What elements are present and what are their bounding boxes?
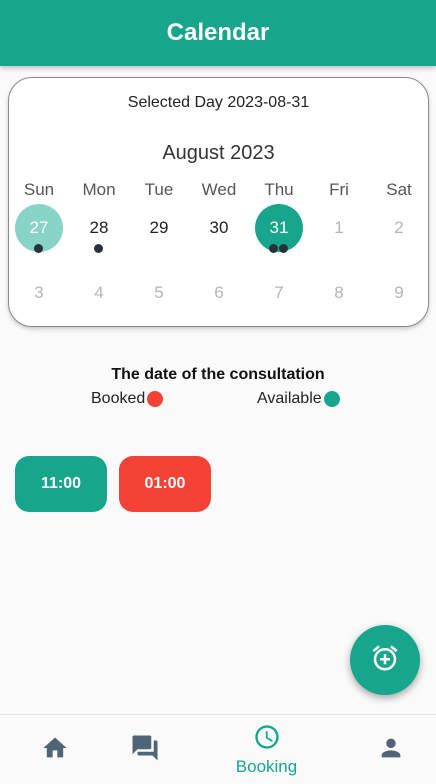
weekday-sat: Sat bbox=[386, 180, 412, 199]
month-title[interactable]: August 2023 bbox=[9, 142, 428, 165]
bottom-nav: Booking bbox=[0, 714, 436, 784]
weekday-wed: Wed bbox=[201, 180, 237, 199]
weekday-thu: Thu bbox=[264, 180, 294, 199]
person-icon bbox=[377, 734, 405, 767]
nav-profile[interactable] bbox=[336, 715, 436, 784]
calendar-day-next-7[interactable]: 7 bbox=[255, 269, 303, 317]
event-marker bbox=[279, 244, 288, 253]
calendar-day-next-4[interactable]: 4 bbox=[75, 269, 123, 317]
nav-booking-label: Booking bbox=[235, 757, 298, 776]
calendar-day-next-3[interactable]: 3 bbox=[15, 269, 63, 317]
legend-available: Available bbox=[257, 390, 340, 408]
time-slot-booked[interactable]: 01:00 bbox=[119, 456, 211, 512]
consultation-title: The date of the consultation bbox=[111, 366, 325, 383]
calendar-day-next-5[interactable]: 5 bbox=[135, 269, 183, 317]
event-marker bbox=[34, 244, 43, 253]
event-marker bbox=[269, 244, 278, 253]
calendar-day-next-1[interactable]: 1 bbox=[315, 204, 363, 252]
calendar-day-next-2[interactable]: 2 bbox=[375, 204, 423, 252]
calendar-day-30[interactable]: 30 bbox=[195, 204, 243, 252]
calendar-card: Selected Day 2023-08-31 August 2023 Sun … bbox=[8, 77, 429, 327]
event-marker bbox=[94, 244, 103, 253]
weekday-sun: Sun bbox=[23, 180, 55, 199]
selected-day-text: Selected Day 2023-08-31 bbox=[127, 94, 310, 111]
time-slot-available[interactable]: 11:00 bbox=[15, 456, 107, 512]
weekday-tue: Tue bbox=[144, 180, 174, 199]
add-alarm-button[interactable] bbox=[350, 625, 420, 695]
clock-icon bbox=[253, 723, 281, 756]
page-title: Calendar bbox=[166, 19, 270, 46]
nav-chat[interactable] bbox=[90, 715, 199, 784]
weekday-mon: Mon bbox=[82, 180, 116, 199]
nav-booking[interactable]: Booking bbox=[212, 715, 321, 784]
calendar-day-next-8[interactable]: 8 bbox=[315, 269, 363, 317]
chat-icon bbox=[130, 733, 160, 768]
legend-booked: Booked bbox=[91, 390, 164, 408]
weekday-fri: Fri bbox=[329, 180, 349, 199]
add-alarm-icon bbox=[370, 643, 400, 678]
legend-booked-label: Booked bbox=[91, 390, 146, 407]
available-swatch bbox=[323, 391, 340, 407]
calendar-day-next-6[interactable]: 6 bbox=[195, 269, 243, 317]
calendar-day-next-9[interactable]: 9 bbox=[375, 269, 423, 317]
booked-swatch bbox=[147, 391, 164, 407]
calendar-day-29[interactable]: 29 bbox=[135, 204, 183, 252]
home-icon bbox=[41, 734, 69, 767]
legend-available-label: Available bbox=[257, 390, 322, 407]
app-bar: Calendar bbox=[0, 0, 436, 66]
